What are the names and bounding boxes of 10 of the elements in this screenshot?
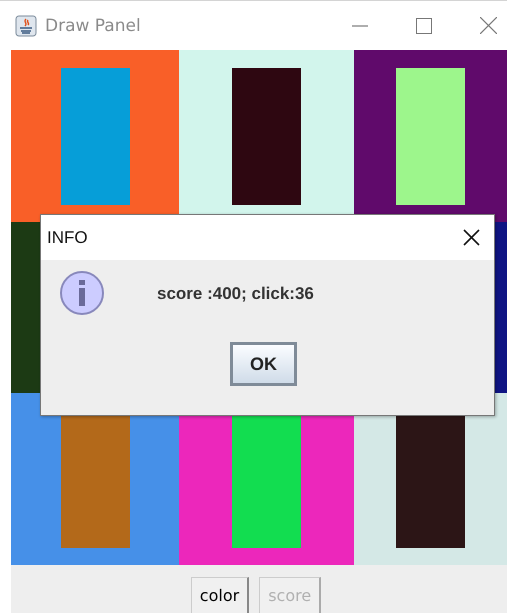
minimize-icon[interactable] [352,24,368,26]
close-icon[interactable] [463,229,480,246]
action-button[interactable]: color [190,577,250,613]
info-icon [59,270,107,318]
java-app-icon [15,14,37,36]
ok-button[interactable]: OK [230,342,297,386]
maximize-icon[interactable] [416,18,432,34]
dialog-message: score :400; click:36 [157,284,314,304]
dialog-title: INFO [47,228,88,248]
window-title: Draw Panel [45,16,141,36]
